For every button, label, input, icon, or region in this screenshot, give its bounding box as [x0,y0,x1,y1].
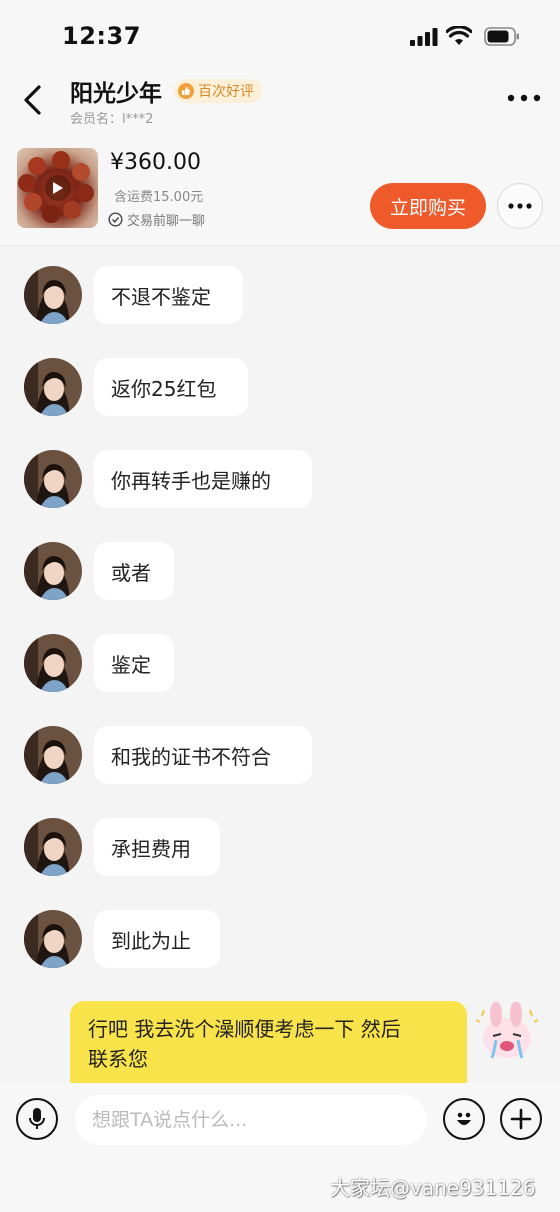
seller-avatar[interactable] [24,266,82,324]
back-icon[interactable] [18,82,48,118]
seller-message-bubble[interactable]: 到此为止 [94,910,220,968]
seller-avatar-photo [24,450,82,508]
rating-badge: 百次好评 [174,79,262,103]
my-avatar[interactable] [476,1002,538,1062]
seller-avatar[interactable] [24,542,82,600]
more-options-icon[interactable] [506,91,542,105]
seller-avatar[interactable] [24,818,82,876]
shipping-fee: 含运费15.00元 [114,190,204,205]
plus-icon [510,1108,532,1130]
product-price: ¥360.00 [110,150,201,175]
play-icon[interactable] [45,175,71,201]
seller-avatar-photo [24,542,82,600]
seller-message-bubble[interactable]: 和我的证书不符合 [94,726,312,784]
check-circle-icon [108,212,123,227]
seller-message-bubble[interactable]: 承担费用 [94,818,220,876]
member-id: 会员名：l***2 [70,112,154,127]
product-more-button[interactable] [497,183,543,229]
seller-avatar-photo [24,910,82,968]
seller-avatar[interactable] [24,634,82,692]
product-thumbnail[interactable] [17,148,98,228]
emoji-button[interactable] [443,1098,485,1140]
seller-message-bubble[interactable]: 你再转手也是赚的 [94,450,312,508]
seller-avatar-photo [24,726,82,784]
add-attachment-button[interactable] [500,1098,542,1140]
chat-header: 12:37 阳光少年 百次好评 会员名：l***2 ¥360.00 含运费15.… [0,0,560,246]
seller-avatar-photo [24,818,82,876]
microphone-icon [29,1108,45,1129]
seller-message-bubble[interactable]: 返你25红包 [94,358,248,416]
my-message-line-1: 行吧 我去洗个澡顺便考虑一下 然后 [88,1017,401,1041]
seller-avatar[interactable] [24,726,82,784]
chat-before-trade-label: 交易前聊一聊 [127,214,206,229]
smiley-icon [457,1112,471,1125]
seller-message-bubble[interactable]: 或者 [94,542,174,600]
my-message-bubble[interactable]: 行吧 我去洗个澡顺便考虑一下 然后 联系您 [70,1001,467,1083]
signal-icon [410,28,438,46]
rating-badge-label: 百次好评 [198,84,254,100]
message-input[interactable] [75,1095,427,1145]
wifi-icon [446,26,472,45]
status-time: 12:37 [62,22,141,50]
seller-avatar[interactable] [24,450,82,508]
contact-name: 阳光少年 [70,81,162,107]
chat-before-trade: 交易前聊一聊 [108,210,205,229]
thumbs-up-icon [178,83,194,99]
ellipsis-icon [508,203,532,209]
seller-avatar-photo [24,634,82,692]
seller-avatar[interactable] [24,910,82,968]
seller-message-bubble[interactable]: 不退不鉴定 [94,266,243,324]
seller-message-bubble[interactable]: 鉴定 [94,634,174,692]
seller-avatar[interactable] [24,358,82,416]
voice-button[interactable] [16,1098,58,1140]
watermark: 大家坛@vane931126 [330,1176,536,1200]
my-message-line-2: 联系您 [88,1047,148,1071]
seller-avatar-photo [24,358,82,416]
battery-icon [484,27,519,46]
buy-now-button[interactable]: 立即购买 [370,183,486,229]
seller-avatar-photo [24,266,82,324]
status-bar: 12:37 [0,0,560,70]
